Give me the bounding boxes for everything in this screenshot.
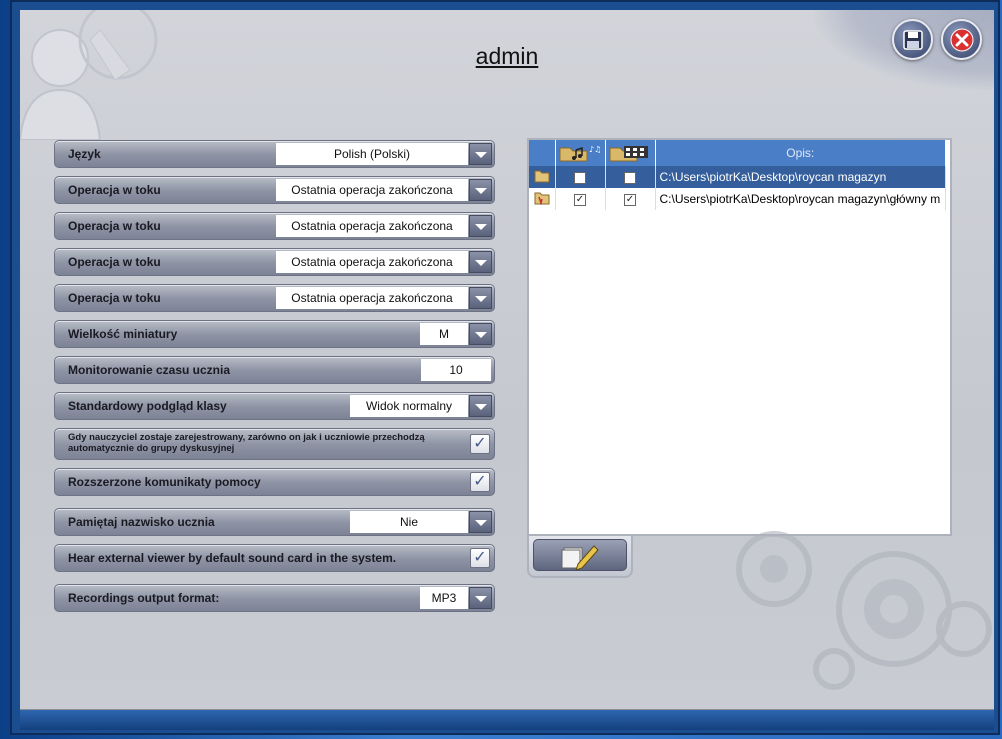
header-audio[interactable]: ♪♫ [555, 140, 606, 166]
chevron-down-icon[interactable] [469, 395, 492, 417]
folder-icon-cell [529, 166, 556, 188]
video-checkbox-cell[interactable] [605, 166, 656, 188]
setting-extended-help: Rozszerzone komunikaty pomocy ✓ [54, 468, 495, 496]
folder-path: C:\Users\piotrKa\Desktop\roycan magazyn [655, 166, 946, 188]
status-bar [20, 710, 994, 730]
table-row[interactable]: C:\Users\piotrKa\Desktop\roycan magazyn [529, 166, 946, 188]
setting-label: Rozszerzone komunikaty pomocy [68, 475, 261, 489]
header-video[interactable] [605, 140, 656, 166]
class-view-select[interactable]: Widok normalny [350, 395, 468, 417]
chevron-down-icon[interactable] [469, 179, 492, 201]
setting-operation-3: Operacja w toku Ostatnia operacja zakońc… [54, 248, 495, 276]
page-title: admin [475, 43, 539, 69]
chevron-down-icon[interactable] [469, 287, 492, 309]
remember-name-select[interactable]: Nie [350, 511, 468, 533]
setting-label: Standardowy podgląd klasy [68, 399, 227, 413]
recording-format-select[interactable]: MP3 [420, 587, 468, 609]
audio-checkbox-cell[interactable]: ✓ [555, 188, 606, 210]
setting-external-viewer-sound: Hear external viewer by default sound ca… [54, 544, 495, 572]
setting-label: Gdy nauczyciel zostaje zarejestrowany, z… [68, 432, 425, 454]
setting-label: Pamiętaj nazwisko ucznia [68, 515, 215, 529]
chevron-down-icon[interactable] [469, 215, 492, 237]
setting-label: Monitorowanie czasu ucznia [68, 363, 231, 377]
audio-checkbox[interactable]: ✓ [574, 193, 586, 206]
close-button[interactable] [941, 19, 982, 60]
floppy-disk-icon [902, 29, 923, 50]
table-header: ♪♫ Opis: [529, 140, 946, 166]
edit-pencil-icon [561, 545, 599, 570]
setting-remember-name: Pamiętaj nazwisko ucznia Nie [54, 508, 495, 536]
table-row[interactable]: ✓ ✓ C:\Users\piotrKa\Desktop\roycan maga… [529, 188, 946, 210]
extended-help-checkbox[interactable]: ✓ [470, 472, 490, 492]
audio-checkbox-cell[interactable] [555, 166, 606, 188]
chevron-down-icon[interactable] [469, 143, 492, 165]
external-viewer-sound-checkbox[interactable]: ✓ [470, 548, 490, 568]
video-checkbox[interactable] [624, 171, 636, 184]
student-time-input[interactable]: 10 [421, 359, 491, 381]
music-folder-icon: ♪♫ [559, 145, 601, 161]
folders-list[interactable]: ♪♫ Opis: C:\Users\piotrKa\Desktop\roycan… [527, 138, 952, 536]
folder-path: C:\Users\piotrKa\Desktop\roycan magazyn\… [655, 188, 946, 210]
setting-label: Język [68, 147, 101, 161]
settings-panel: admin Język Polish (Polski) Operacja w t… [20, 10, 994, 710]
operation-select-3[interactable]: Ostatnia operacja zakończona [276, 251, 468, 273]
setting-label: Recordings output format: [68, 591, 220, 605]
svg-text:♪♫: ♪♫ [589, 145, 601, 154]
setting-label: Operacja w toku [68, 183, 161, 197]
setting-operation-2: Operacja w toku Ostatnia operacja zakońc… [54, 212, 495, 240]
folder-icon [534, 192, 550, 206]
setting-label: Operacja w toku [68, 255, 161, 269]
chevron-down-icon[interactable] [469, 587, 492, 609]
header-opis[interactable]: Opis: [655, 140, 946, 166]
edit-folders-button[interactable] [527, 536, 633, 578]
setting-language: Język Polish (Polski) [54, 140, 495, 168]
video-checkbox[interactable]: ✓ [624, 193, 636, 206]
edit-button-face [533, 539, 627, 571]
setting-operation-1: Operacja w toku Ostatnia operacja zakońc… [54, 176, 495, 204]
audio-checkbox[interactable] [574, 171, 586, 184]
chevron-down-icon[interactable] [469, 323, 492, 345]
folders-table: ♪♫ Opis: C:\Users\piotrKa\Desktop\roycan… [529, 140, 946, 210]
settings-window: admin Język Polish (Polski) Operacja w t… [10, 0, 1000, 735]
setting-thumbnail-size: Wielkość miniatury M [54, 320, 495, 348]
thumbnail-size-select[interactable]: M [420, 323, 468, 345]
setting-class-view: Standardowy podgląd klasy Widok normalny [54, 392, 495, 420]
operation-select-4[interactable]: Ostatnia operacja zakończona [276, 287, 468, 309]
setting-operation-4: Operacja w toku Ostatnia operacja zakońc… [54, 284, 495, 312]
language-select[interactable]: Polish (Polski) [276, 143, 468, 165]
setting-recording-format: Recordings output format: MP3 [54, 584, 495, 612]
setting-label: Operacja w toku [68, 219, 161, 233]
save-button[interactable] [892, 19, 933, 60]
setting-student-time: Monitorowanie czasu ucznia 10 [54, 356, 495, 384]
operation-select-2[interactable]: Ostatnia operacja zakończona [276, 215, 468, 237]
setting-label: Wielkość miniatury [68, 327, 178, 341]
video-checkbox-cell[interactable]: ✓ [605, 188, 656, 210]
user-avatar-icon [20, 10, 158, 140]
setting-label: Hear external viewer by default sound ca… [68, 551, 397, 565]
film-folder-icon [609, 145, 648, 161]
header-icon-column [529, 140, 556, 166]
gears-decoration-icon [736, 531, 992, 690]
chevron-down-icon[interactable] [469, 251, 492, 273]
auto-discussion-checkbox[interactable]: ✓ [470, 434, 490, 454]
close-icon [950, 28, 973, 51]
operation-select-1[interactable]: Ostatnia operacja zakończona [276, 179, 468, 201]
setting-label: Operacja w toku [68, 291, 161, 305]
chevron-down-icon[interactable] [469, 511, 492, 533]
folder-icon-cell [529, 188, 556, 210]
setting-auto-discussion: Gdy nauczyciel zostaje zarejestrowany, z… [54, 428, 495, 460]
folder-icon [534, 170, 550, 182]
